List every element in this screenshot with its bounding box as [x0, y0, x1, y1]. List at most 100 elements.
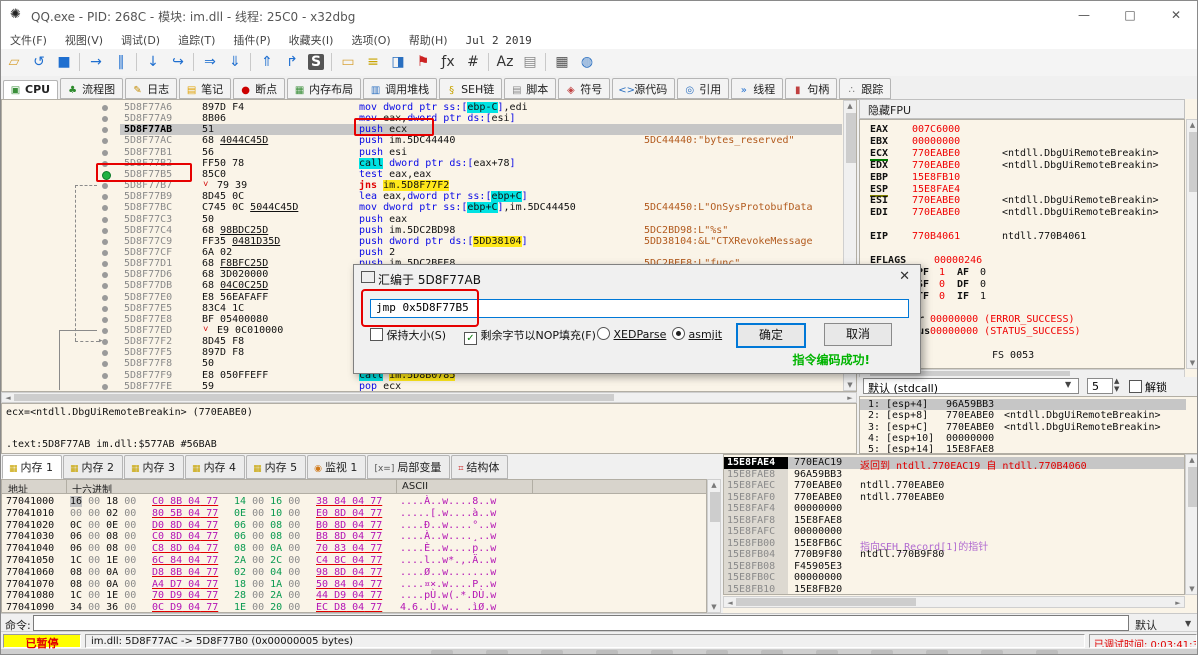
tab-跟踪[interactable]: ∴ 跟踪: [839, 78, 892, 99]
calculator-icon[interactable]: ▦: [550, 51, 574, 73]
hide-fpu-button[interactable]: 隐藏FPU: [859, 99, 1185, 119]
menu-item-o[interactable]: 选项(O): [342, 29, 399, 51]
dump-row[interactable]: 77041080 1C 00 1E 00 70 D9 04 77 28 00 2A 0…: [2, 590, 702, 602]
dump-row[interactable]: 77041040 06 00 08 00 C8 8D 04 77 08 00 0A 0…: [2, 543, 702, 555]
dump-row[interactable]: 77041010 00 00 02 00 80 5B 04 77 0E 00 10 0…: [2, 508, 702, 520]
disasm-row[interactable]: 5D8F77BC C745 0C 5044C45D mov dword ptr ss…: [2, 202, 842, 214]
stack-row[interactable]: 15E8FAE8 96A59BB3: [724, 468, 1184, 480]
instruction-dot[interactable]: [102, 127, 108, 134]
instruction-dot[interactable]: [102, 316, 108, 323]
stack-row[interactable]: 15E8FAE4 770EAC19 返回到 ntdll.770EAC19 自 ntd…: [724, 457, 1184, 472]
instruction-dot[interactable]: [102, 261, 108, 268]
keep-size-checkbox[interactable]: 保持大小(S): [370, 327, 446, 343]
labels-icon[interactable]: ◨: [386, 51, 410, 73]
dialog-close-icon[interactable]: ✕: [899, 269, 910, 284]
disasm-row[interactable]: 5D8F77B1 56 push esi: [2, 147, 842, 158]
disasm-row[interactable]: 5D8F77C4 68 98BDC25D push im.5DC2BD98 5DC2B…: [2, 225, 842, 236]
pause-icon[interactable]: ‖: [109, 51, 133, 73]
disasm-row[interactable]: 5D8F77AC 68 4044C45D push im.5DC44440 5DC44…: [2, 135, 842, 146]
dump-tab-内存4[interactable]: ▦ 内存 4: [185, 455, 246, 479]
instruction-dot[interactable]: [102, 372, 108, 379]
regs-vscrollbar[interactable]: ▲ ▼: [1186, 119, 1197, 369]
dump-vscrollbar[interactable]: ▲ ▼: [707, 479, 721, 613]
instruction-dot[interactable]: [102, 105, 108, 111]
instruction-dot[interactable]: [102, 138, 108, 145]
instruction-dot[interactable]: [102, 283, 108, 290]
tab-线程[interactable]: » 线程: [731, 78, 784, 99]
dump-tab-内存5[interactable]: ▦ 内存 5: [246, 455, 307, 479]
patch-icon[interactable]: ▭: [336, 51, 360, 73]
disasm-row[interactable]: 5D8F77C3 50 push eax: [2, 214, 842, 225]
run-to-user-code-icon[interactable]: ↱: [280, 51, 304, 73]
strings-icon[interactable]: Az: [493, 51, 517, 73]
scroll-down-icon[interactable]: ▼: [844, 381, 856, 389]
open-file-icon[interactable]: ▱: [2, 51, 26, 73]
dump-tab-内存2[interactable]: ▦ 内存 2: [63, 455, 124, 479]
stepper-down-icon[interactable]: ▼: [1114, 385, 1119, 393]
menu-item-f[interactable]: 文件(F): [1, 29, 56, 51]
scroll-thumb[interactable]: [846, 113, 856, 163]
stack-row[interactable]: 15E8FAEC 770EABE0 ntdll.770EABE0: [724, 480, 1184, 492]
dump-tab-内存1[interactable]: ▦ 内存 1: [2, 455, 63, 479]
argument-row[interactable]: 5: [esp+14] 15E8FAE8: [860, 444, 1186, 453]
instruction-dot[interactable]: [102, 383, 108, 390]
tab-句柄[interactable]: ▮ 句柄: [785, 78, 838, 99]
stop-icon[interactable]: ■: [52, 51, 76, 73]
trace-icon[interactable]: S: [308, 54, 324, 70]
internet-icon[interactable]: ◍: [575, 51, 599, 73]
dump-row[interactable]: 77041060 08 00 0A 00 D8 8B 04 77 02 00 04 0…: [2, 567, 702, 579]
scroll-up-icon[interactable]: ▲: [844, 102, 856, 110]
tab-调用堆栈[interactable]: ▥ 调用堆栈: [363, 78, 438, 99]
register-row[interactable]: ECX 770EABE0 <ntdll.DbgUiRemoteBreakin>: [860, 148, 1184, 161]
cancel-button[interactable]: 取消: [824, 323, 892, 346]
tab-源代码[interactable]: <>源代码: [612, 78, 676, 99]
menu-item-p[interactable]: 插件(P): [224, 29, 279, 51]
instruction-dot[interactable]: [102, 194, 108, 201]
tab-seh链[interactable]: § SEH链: [439, 78, 503, 99]
dump-tab-结构体[interactable]: ⌗ 结构体: [451, 455, 509, 479]
tab-笔记[interactable]: ▤ 笔记: [179, 78, 232, 99]
fill-nop-checkbox[interactable]: ✓ 剩余字节以NOP填充(F): [464, 327, 596, 345]
stack-row[interactable]: 15E8FAF8 15E8FAE8: [724, 514, 1184, 526]
comments-icon[interactable]: ≡: [361, 51, 385, 73]
register-row[interactable]: ESP 15E8FAE4: [860, 184, 1184, 197]
register-row[interactable]: EBX 00000000: [860, 136, 1184, 147]
dump-row[interactable]: 77041000 16 00 18 00 C0 8B 04 77 14 00 16 0…: [2, 496, 702, 508]
argument-row[interactable]: 2: [esp+8] 770EABE0 <ntdll.DbgUiRemoteBreak…: [860, 410, 1186, 421]
dump-row[interactable]: 77041090 34 00 36 00 0C D9 04 77 1E 00 20 0…: [2, 602, 702, 612]
register-row[interactable]: EDX 770EABE0 <ntdll.DbgUiRemoteBreakin>: [860, 160, 1184, 171]
register-row[interactable]: EIP 770B4061 ntdll.770B4061: [860, 231, 1184, 242]
dump-body[interactable]: 77041000 16 00 18 00 C0 8B 04 77 14 00 16 0…: [1, 493, 707, 613]
dump-tab-局部变量[interactable]: [x=] 局部变量: [367, 455, 451, 479]
functions-icon[interactable]: ƒx: [436, 51, 460, 73]
tab-断点[interactable]: ● 断点: [233, 78, 286, 99]
bookmarks-icon[interactable]: ⚑: [411, 51, 435, 73]
chevron-down-icon[interactable]: ▼: [1185, 619, 1191, 628]
disasm-row[interactable]: 5D8F77FE 59 pop ecx: [2, 381, 842, 391]
disasm-hscrollbar[interactable]: ◄ ►: [1, 392, 857, 403]
disasm-row[interactable]: 5D8F77A6 897D F4 mov dword ptr ss:[ebp-C],…: [2, 102, 842, 113]
minimize-button[interactable]: —: [1061, 1, 1107, 29]
stack-body[interactable]: 15E8FAE4 770EAC19 返回到 ntdll.770EAC19 自 ntd…: [723, 454, 1185, 595]
arguments-list[interactable]: 1: [esp+4] 96A59BB3 2: [esp+8] 770EABE0 <ntdll…: [859, 396, 1197, 454]
hash-icon[interactable]: #: [461, 51, 485, 73]
disasm-row[interactable]: 5D8F77C9 FF35 0481D35D push dword ptr ds:[…: [2, 235, 842, 247]
stack-row[interactable]: 15E8FB10 15E8FB20: [724, 583, 1184, 594]
dump-tab-内存3[interactable]: ▦ 内存 3: [124, 455, 185, 479]
tab-引用[interactable]: ◎ 引用: [677, 78, 730, 99]
dump-row[interactable]: 77041030 06 00 08 00 C0 8D 04 77 06 00 08 0…: [2, 531, 702, 543]
argument-row[interactable]: 4: [esp+10] 00000000: [860, 433, 1186, 444]
stack-hscrollbar[interactable]: ◄ ►: [723, 596, 1185, 608]
instruction-dot[interactable]: [102, 350, 108, 357]
instruction-dot[interactable]: [102, 116, 108, 123]
argument-row[interactable]: 1: [esp+4] 96A59BB3: [860, 399, 1186, 410]
run-to-cursor-icon[interactable]: ⇒: [198, 51, 222, 73]
stack-vscrollbar[interactable]: ▲ ▼: [1185, 454, 1197, 595]
instruction-dot[interactable]: [102, 183, 108, 190]
dump-row[interactable]: 77041070 08 00 0A 00 A4 D7 04 77 18 00 1A 0…: [2, 579, 702, 591]
step-into-icon[interactable]: ↓: [141, 51, 165, 73]
disasm-row[interactable]: 5D8F77B9 8D45 0C lea eax,dword ptr ss:[ebp…: [2, 191, 842, 203]
stepper-up-icon[interactable]: ▲: [1114, 377, 1119, 385]
execute-till-return-icon[interactable]: ⇓: [223, 51, 247, 73]
instruction-dot[interactable]: [102, 272, 108, 279]
